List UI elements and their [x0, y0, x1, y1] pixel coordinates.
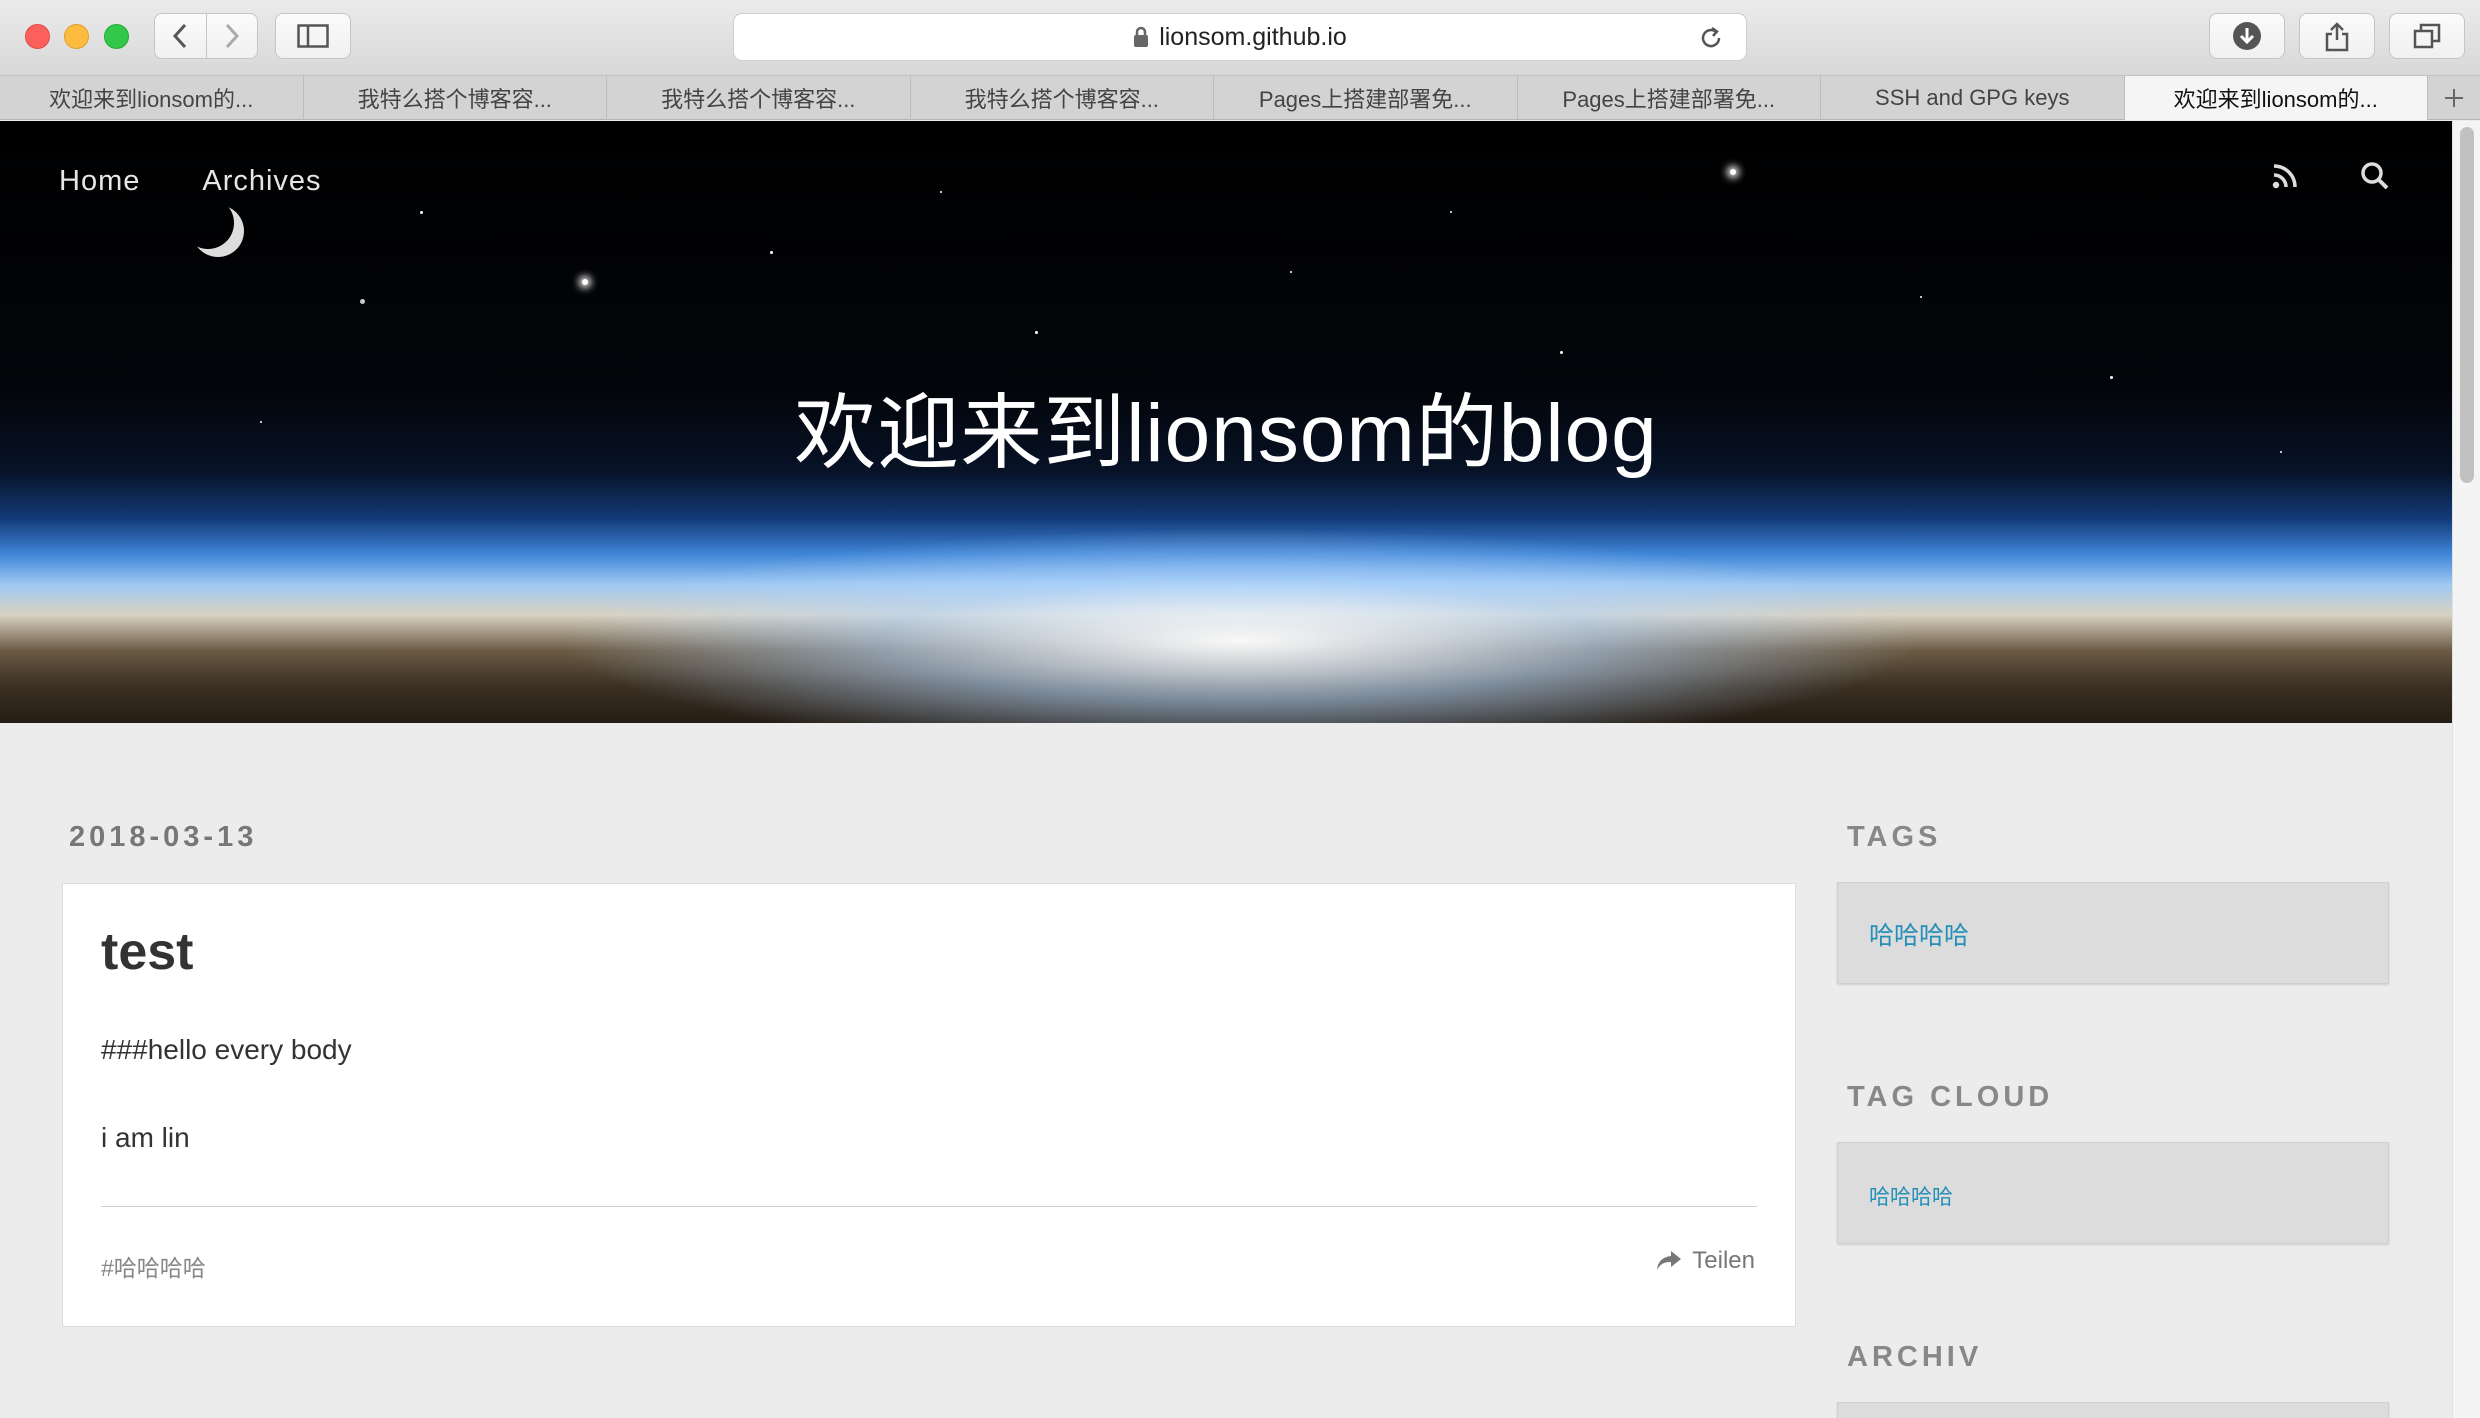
post-paragraph: ###hello every body — [101, 1034, 352, 1065]
page-scrollbar[interactable] — [2452, 121, 2480, 1418]
post-card: test ###hello every body i am lin #哈哈哈哈 … — [62, 883, 1796, 1327]
archive-widget — [1837, 1402, 2389, 1418]
star-decoration — [582, 279, 588, 285]
share-icon — [2325, 22, 2349, 52]
post-tag-link[interactable]: #哈哈哈哈 — [101, 1249, 206, 1283]
browser-tab[interactable]: 欢迎来到lionsom的... — [0, 76, 304, 120]
tag-cloud-widget: 哈哈哈哈 — [1837, 1142, 2389, 1244]
tabs-overview-icon — [2413, 23, 2441, 49]
download-icon — [2233, 22, 2261, 50]
post-title[interactable]: test — [101, 922, 193, 982]
tag-link[interactable]: 哈哈哈哈 — [1869, 916, 1969, 952]
share-button[interactable] — [2299, 13, 2375, 59]
star-decoration — [1290, 271, 1292, 273]
search-icon[interactable] — [2360, 161, 2390, 191]
share-label: Teilen — [1692, 1247, 1755, 1274]
chevron-right-icon — [225, 23, 240, 49]
moon-decoration — [192, 205, 244, 257]
nav-home-link[interactable]: Home — [59, 165, 140, 198]
history-nav-group — [154, 13, 258, 59]
close-window-button[interactable] — [25, 24, 50, 49]
tag-cloud-link[interactable]: 哈哈哈哈 — [1869, 1181, 1953, 1211]
star-decoration — [420, 211, 423, 214]
star-decoration — [1450, 211, 1452, 213]
reload-icon[interactable] — [1698, 25, 1724, 51]
rss-icon[interactable] — [2272, 163, 2298, 189]
tab-bar: 欢迎来到lionsom的... 我特么搭个博客容... 我特么搭个博客容... … — [0, 76, 2480, 120]
sidebar-toggle-button[interactable] — [275, 13, 351, 59]
sidebar-icon — [297, 24, 329, 48]
browser-tab[interactable]: SSH and GPG keys — [1821, 76, 2125, 120]
main-nav: Home Archives — [59, 165, 322, 198]
browser-toolbar: lionsom.github.io — [0, 0, 2480, 76]
forward-button[interactable] — [205, 14, 257, 58]
show-all-tabs-button[interactable] — [2389, 13, 2465, 59]
archive-widget-title: ARCHIV — [1847, 1341, 1983, 1373]
scrollbar-thumb[interactable] — [2460, 127, 2474, 483]
star-decoration — [1730, 169, 1736, 175]
share-arrow-icon — [1657, 1251, 1682, 1270]
browser-tab-active[interactable]: 欢迎来到lionsom的... — [2124, 76, 2428, 120]
star-decoration — [1920, 296, 1922, 298]
star-decoration — [360, 299, 365, 304]
star-decoration — [1560, 351, 1563, 354]
address-bar[interactable]: lionsom.github.io — [733, 13, 1747, 61]
web-page: Home Archives 欢迎来到lionsom的blog 2018-03-1… — [0, 121, 2452, 1418]
share-link[interactable]: Teilen — [1656, 1247, 1755, 1275]
browser-tab[interactable]: 我特么搭个博客容... — [911, 76, 1214, 120]
star-decoration — [940, 191, 942, 193]
zoom-window-button[interactable] — [104, 24, 129, 49]
browser-tab[interactable]: 我特么搭个博客容... — [607, 76, 911, 120]
downloads-button[interactable] — [2209, 13, 2285, 59]
browser-tab[interactable]: Pages上搭建部署免... — [1214, 76, 1518, 120]
site-title: 欢迎来到lionsom的blog — [794, 388, 1658, 479]
new-tab-button[interactable] — [2428, 76, 2480, 120]
tags-widget-title: TAGS — [1847, 821, 1942, 853]
hero-banner: Home Archives 欢迎来到lionsom的blog — [0, 121, 2452, 723]
post-date[interactable]: 2018-03-13 — [69, 821, 257, 854]
minimize-window-button[interactable] — [64, 24, 89, 49]
nav-archives-link[interactable]: Archives — [202, 165, 321, 198]
post-paragraph: i am lin — [101, 1122, 190, 1153]
tags-widget: 哈哈哈哈 — [1837, 882, 2389, 984]
address-url: lionsom.github.io — [1159, 22, 1347, 51]
browser-tab[interactable]: Pages上搭建部署免... — [1518, 76, 1821, 120]
plus-icon — [2444, 89, 2463, 107]
back-button[interactable] — [155, 14, 206, 58]
post-divider — [101, 1206, 1757, 1207]
star-decoration — [770, 251, 773, 254]
chevron-left-icon — [173, 23, 187, 49]
lock-icon — [1134, 26, 1149, 47]
tag-cloud-widget-title: TAG CLOUD — [1847, 1081, 2054, 1113]
star-decoration — [1035, 331, 1038, 334]
browser-tab[interactable]: 我特么搭个博客容... — [304, 76, 607, 120]
